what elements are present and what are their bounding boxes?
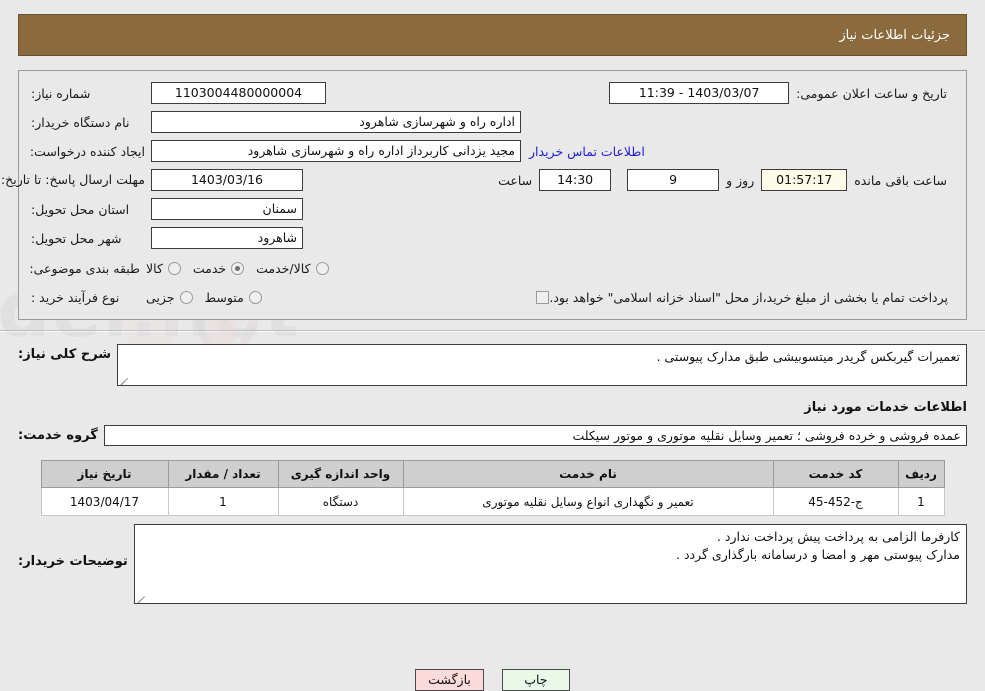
row-requester: اطلاعات تماس خریدار مجید یزدانی کاربرداز… xyxy=(29,139,954,163)
col-quantity: تعداد / مقدار xyxy=(167,460,279,488)
deadline-label: مهلت ارسال پاسخ: تا تاریخ: xyxy=(0,171,145,187)
buyer-org-label: نام دستگاه خریدار: xyxy=(31,114,130,130)
row-classification: کالا/خدمت خدمت کالا طبقه بندی موضوعی: xyxy=(29,256,954,280)
announce-datetime-label: تاریخ و ساعت اعلان عمومی: xyxy=(796,85,947,101)
countdown-timer: 01:57:17 xyxy=(761,169,848,191)
col-unit: واحد اندازه گیری xyxy=(277,460,404,488)
hour-label: ساعت xyxy=(498,172,533,188)
page-title: جزئیات اطلاعات نیاز xyxy=(839,27,950,43)
services-table: ردیف کد خدمت نام خدمت واحد اندازه گیری ت… xyxy=(40,460,945,516)
row-deadline: ساعت باقی مانده 01:57:17 روز و 9 14:30 س… xyxy=(0,168,954,192)
radio-icon[interactable] xyxy=(248,290,262,304)
timer-suffix-label: ساعت باقی مانده xyxy=(854,172,947,188)
cell-need-date: 1403/04/17 xyxy=(40,487,169,516)
deadline-time-field: 14:30 xyxy=(539,169,612,191)
requester-label: ایجاد کننده درخواست: xyxy=(29,143,145,159)
general-description-value: تعمیرات گیربکس گریدر میتسوبیشی طبق مدارک… xyxy=(656,349,960,364)
resize-grip-icon[interactable] xyxy=(137,592,147,602)
announce-datetime-value: 1403/03/07 - 11:39 xyxy=(609,82,790,104)
radio-icon-selected[interactable] xyxy=(231,261,245,275)
buyer-contact-link[interactable]: اطلاعات تماس خریدار xyxy=(521,144,653,159)
print-button[interactable]: چاپ xyxy=(501,669,570,691)
page-root: AnaTender.net جزئیات اطلاعات نیاز تاریخ … xyxy=(0,14,985,691)
province-label: استان محل تحویل: xyxy=(31,201,130,217)
radio-label: متوسط xyxy=(204,289,244,305)
table-header-row: ردیف کد خدمت نام خدمت واحد اندازه گیری ت… xyxy=(40,460,945,488)
province-field: سمنان xyxy=(151,198,303,220)
row-need-number: تاریخ و ساعت اعلان عمومی: 1403/03/07 - 1… xyxy=(31,81,954,105)
lower-section: تعمیرات گیربکس گریدر میتسوبیشی طبق مدارک… xyxy=(0,344,985,604)
back-button[interactable]: بازگشت xyxy=(415,669,484,691)
radio-label: خدمت xyxy=(192,260,227,276)
cell-index: 1 xyxy=(897,487,945,516)
radio-icon[interactable] xyxy=(179,290,193,304)
need-number-field: 1103004480000004 xyxy=(151,82,326,104)
service-group-label: گروه خدمت: xyxy=(18,428,98,443)
treasury-checkbox-label: پرداخت تمام یا بخشی از مبلغ خرید،از محل … xyxy=(549,289,948,305)
service-group-field: عمده فروشی و خرده فروشی ؛ تعمیر وسایل نق… xyxy=(103,425,967,446)
buyer-notes-line1: کارفرما الزامی به پرداخت پیش پرداخت ندار… xyxy=(716,529,960,544)
days-remaining-field: 9 xyxy=(627,169,720,191)
buyer-notes-label: توضیحات خریدار: xyxy=(18,554,128,569)
general-description-label: شرح کلی نیاز: xyxy=(18,347,112,362)
row-city: شاهرود شهر محل تحویل: xyxy=(31,226,954,250)
window-title-bar: جزئیات اطلاعات نیاز xyxy=(18,14,967,56)
need-details-panel: تاریخ و ساعت اعلان عمومی: 1403/03/07 - 1… xyxy=(0,70,967,320)
cell-code: ج-452-45 xyxy=(772,487,899,516)
col-code: کد خدمت xyxy=(772,460,899,488)
radio-classification-kala[interactable]: کالا xyxy=(146,261,181,276)
radio-label: کالا/خدمت xyxy=(256,260,311,276)
footer-actions: چاپ بازگشت xyxy=(0,669,985,691)
radio-icon[interactable] xyxy=(315,261,329,275)
table-row: 1 ج-452-45 تعمیر و نگهداری انواع وسایل ن… xyxy=(40,487,945,516)
row-buyer-org: اداره راه و شهرسازی شاهرود نام دستگاه خر… xyxy=(31,110,954,134)
row-buyer-notes: کارفرما الزامی به پرداخت پیش پرداخت ندار… xyxy=(18,524,967,604)
deadline-date-field: 1403/03/16 xyxy=(151,169,303,191)
radio-label: جزیی xyxy=(146,289,175,305)
need-number-label: شماره نیاز: xyxy=(31,85,91,101)
city-field: شاهرود xyxy=(151,227,303,249)
col-name: نام خدمت xyxy=(402,460,774,488)
treasury-checkbox[interactable] xyxy=(536,290,550,304)
radio-classification-khedmat[interactable]: خدمت xyxy=(192,260,245,276)
city-label: شهر محل تحویل: xyxy=(31,230,122,246)
buyer-notes-line2: مدارک پیوستی مهر و امضا و درسامانه بارگذ… xyxy=(676,547,960,563)
row-general-description: تعمیرات گیربکس گریدر میتسوبیشی طبق مدارک… xyxy=(18,344,967,386)
radio-label: کالا xyxy=(146,260,163,276)
cell-quantity: 1 xyxy=(167,487,279,516)
col-index: ردیف xyxy=(897,460,945,488)
resize-grip-icon[interactable] xyxy=(120,374,130,384)
classification-label: طبقه بندی موضوعی: xyxy=(29,260,140,276)
buyer-org-field: اداره راه و شهرسازی شاهرود xyxy=(151,111,521,133)
radio-classification-kala-khedmat[interactable]: کالا/خدمت xyxy=(256,260,329,276)
requester-field: مجید یزدانی کاربرداز اداره راه و شهرسازی… xyxy=(151,140,521,162)
cell-unit: دستگاه xyxy=(277,487,404,516)
row-service-group: عمده فروشی و خرده فروشی ؛ تعمیر وسایل نق… xyxy=(18,425,967,446)
row-province: سمنان استان محل تحویل: xyxy=(31,197,954,221)
radio-purchase-motavaset[interactable]: متوسط xyxy=(205,290,262,305)
services-section-title: اطلاعات خدمات مورد نیاز xyxy=(804,400,967,415)
radio-icon[interactable] xyxy=(167,261,181,275)
days-word-label: روز و xyxy=(726,172,755,188)
section-divider xyxy=(0,330,985,332)
radio-purchase-jozi[interactable]: جزیی xyxy=(146,290,193,305)
row-purchase-type: پرداخت تمام یا بخشی از مبلغ خرید،از محل … xyxy=(31,285,954,309)
buyer-notes-textarea[interactable]: کارفرما الزامی به پرداخت پیش پرداخت ندار… xyxy=(133,524,967,604)
purchase-type-label: نوع فرآیند خرید : xyxy=(31,289,120,305)
cell-name: تعمیر و نگهداری انواع وسایل نقلیه موتوری xyxy=(402,487,774,516)
col-need-date: تاریخ نیاز xyxy=(40,460,169,488)
general-description-textarea[interactable]: تعمیرات گیربکس گریدر میتسوبیشی طبق مدارک… xyxy=(117,344,967,386)
